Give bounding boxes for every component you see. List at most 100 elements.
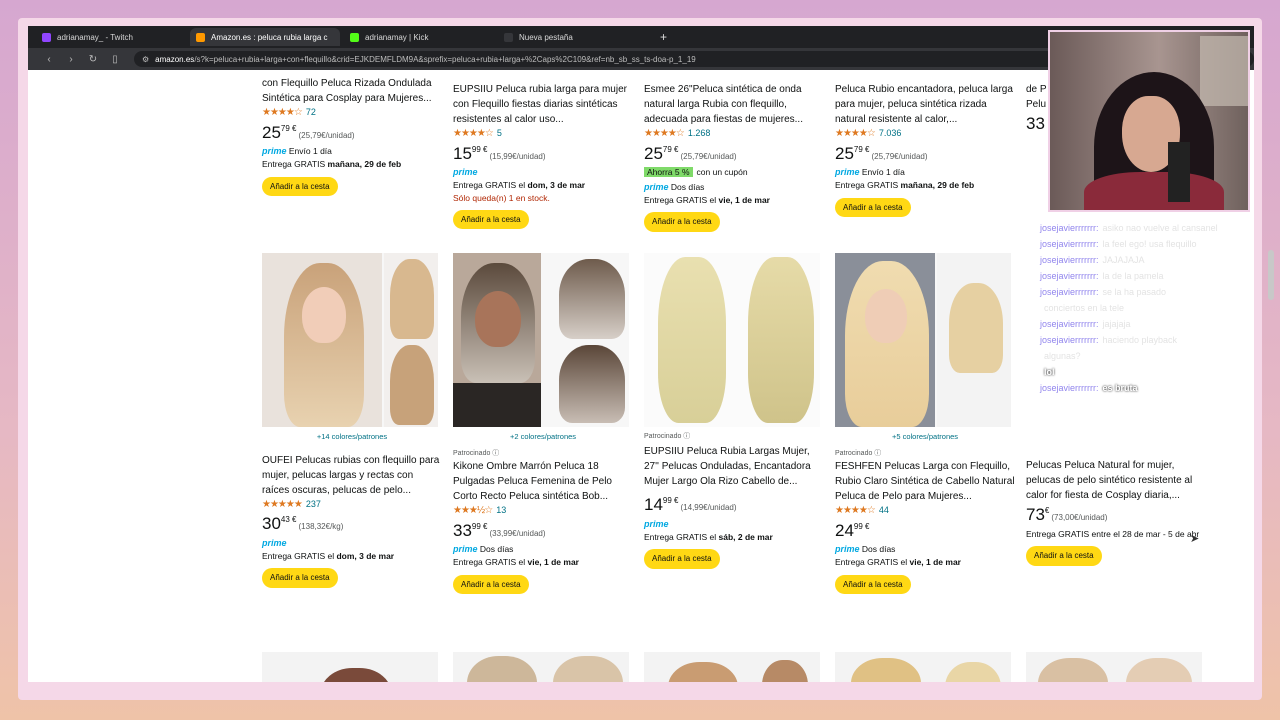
sponsored-label: Patrocinado ⓘ (453, 449, 500, 457)
add-to-cart-button[interactable]: Añadir a la cesta (262, 568, 338, 588)
reload-icon[interactable]: ↻ (82, 54, 104, 65)
product-card[interactable]: Peluca Rubio encantadora, peluca larga p… (835, 82, 1015, 218)
chat-username[interactable]: josejavierrrrrrr: (1040, 335, 1099, 345)
chat-username[interactable]: josejavierrrrrrr: (1040, 319, 1099, 329)
color-options-link[interactable]: +5 colores/patrones (835, 432, 1015, 443)
color-options-link[interactable]: +2 colores/patrones (453, 432, 633, 443)
prime-logo: prime (453, 544, 478, 555)
color-options-link[interactable]: +14 colores/patrones (262, 432, 442, 443)
browser-tab[interactable]: adrianamay | Kick (344, 28, 494, 46)
chat-message: josejavierrrrrrr: JAJAJAJA (1040, 254, 1145, 268)
chat-message: josejavierrrrrrr: jajajaja (1040, 318, 1131, 332)
product-card[interactable]: +14 colores/patrones OUFEI Pelucas rubia… (262, 432, 442, 588)
product-card[interactable]: con Flequillo Peluca Rizada Ondulada Sin… (262, 76, 442, 197)
product-title[interactable]: Esmee 26"Peluca sintética de onda natura… (644, 82, 824, 127)
review-count[interactable]: 13 (496, 505, 506, 515)
browser-tab[interactable]: Amazon.es : peluca rubia larga c (190, 28, 340, 46)
chat-text: haciendo playback (1102, 335, 1178, 345)
rating-stars[interactable]: ★★★★☆ (262, 107, 303, 118)
browser-tab[interactable]: Nueva pestaña (498, 28, 648, 46)
rating-stars[interactable]: ★★★★★ (262, 499, 303, 510)
review-count[interactable]: 44 (879, 505, 889, 515)
forward-icon[interactable]: › (60, 54, 82, 65)
chat-message: josejavierrrrrrr: es bruta (1040, 382, 1138, 396)
chat-text: conciertos en la tele (1044, 303, 1125, 313)
new-tab-button[interactable]: + (660, 30, 667, 44)
url-security-icon: ⚙ (142, 54, 150, 64)
tab-favicon-icon (350, 32, 359, 42)
coupon-text: con un cupón (696, 167, 748, 178)
discount-badge: Ahorra 5 % (644, 167, 693, 178)
add-to-cart-button[interactable]: Añadir a la cesta (644, 549, 720, 569)
add-to-cart-button[interactable]: Añadir a la cesta (835, 574, 911, 595)
url-domain: amazon.es (155, 54, 195, 64)
add-to-cart-button[interactable]: Añadir a la cesta (262, 176, 338, 197)
chat-username[interactable]: josejavierrrrrrr: (1040, 223, 1099, 233)
chat-username[interactable]: josejavierrrrrrr: (1040, 383, 1099, 393)
rating-stars[interactable]: ★★★★☆ (835, 128, 876, 139)
back-icon[interactable]: ‹ (38, 54, 60, 65)
product-card[interactable]: +2 colores/patrones Patrocinado ⓘ Kikone… (453, 432, 633, 595)
product-image[interactable] (262, 253, 438, 427)
rating-stars[interactable]: ★★★★☆ (644, 128, 685, 139)
price: 2579 € (644, 143, 679, 163)
review-count[interactable]: 237 (306, 499, 321, 509)
tab-favicon-icon (196, 32, 205, 42)
product-card[interactable]: EUPSIIU Peluca rubia larga para mujer co… (453, 82, 633, 230)
tab-label: adrianamay | Kick (365, 32, 429, 42)
prime-logo: prime (453, 167, 478, 178)
chat-text: se la ha pasado (1102, 287, 1167, 297)
sponsored-label: Patrocinado ⓘ (644, 433, 691, 440)
unit-price: (138,32€/kg) (298, 522, 344, 532)
browser-tab[interactable]: adrianamay_ - Twitch (36, 28, 186, 46)
product-title[interactable]: EUPSIIU Peluca rubia larga para mujer co… (453, 82, 633, 127)
review-count[interactable]: 1.268 (688, 128, 711, 138)
delivery-speed: Envío 1 día (861, 167, 905, 178)
chat-message: lol (1040, 366, 1055, 380)
chat-username[interactable]: josejavierrrrrrr: (1040, 271, 1099, 281)
product-image[interactable] (644, 253, 820, 427)
stock-warning: Sólo queda(n) 1 en stock. (453, 192, 550, 203)
product-title[interactable]: Peluca Rubio encantadora, peluca larga p… (835, 82, 1015, 127)
product-image[interactable] (644, 652, 820, 682)
product-image[interactable] (835, 652, 1011, 682)
add-to-cart-button[interactable]: Añadir a la cesta (453, 209, 529, 230)
product-title[interactable]: FESHFEN Pelucas Larga con Flequillo, Rub… (835, 459, 1015, 504)
review-count[interactable]: 5 (497, 128, 502, 138)
chat-message: josejavierrrrrrr: haciendo playback (1040, 334, 1177, 348)
product-image[interactable] (1026, 652, 1202, 682)
page-scrollbar[interactable] (1268, 250, 1274, 300)
rating-stars[interactable]: ★★★★☆ (453, 128, 494, 139)
review-count[interactable]: 7.036 (879, 128, 902, 138)
rating-stars[interactable]: ★★★½☆ (453, 505, 493, 516)
chat-text: JAJAJAJA (1102, 255, 1145, 265)
product-image[interactable] (262, 652, 438, 682)
bookmark-icon[interactable]: ▯ (104, 54, 126, 65)
chat-username[interactable]: josejavierrrrrrr: (1040, 287, 1099, 297)
delivery-info: Entrega GRATIS el vie, 1 de mar (835, 557, 961, 568)
add-to-cart-button[interactable]: Añadir a la cesta (644, 212, 720, 232)
price: 1599 € (453, 143, 488, 163)
price: 3043 € (262, 514, 297, 534)
chat-username[interactable]: josejavierrrrrrr: (1040, 239, 1099, 249)
chat-text: algunas? (1044, 351, 1081, 361)
product-title[interactable]: con Flequillo Peluca Rizada Ondulada Sin… (262, 76, 442, 106)
product-card[interactable]: Patrocinado ⓘ EUPSIIU Peluca Rubia Larga… (644, 432, 824, 569)
rating-stars[interactable]: ★★★★☆ (835, 505, 876, 516)
product-title[interactable]: OUFEI Pelucas rubias con flequillo para … (262, 453, 442, 498)
chat-username[interactable]: josejavierrrrrrr: (1040, 255, 1099, 265)
product-card[interactable]: Esmee 26"Peluca sintética de onda natura… (644, 82, 824, 232)
product-image[interactable] (453, 253, 629, 427)
product-card[interactable]: +5 colores/patrones Patrocinado ⓘ FESHFE… (835, 432, 1015, 595)
review-count[interactable]: 72 (306, 107, 316, 117)
chat-message: conciertos en la tele (1040, 302, 1124, 316)
add-to-cart-button[interactable]: Añadir a la cesta (453, 574, 529, 595)
prime-logo: prime (644, 518, 669, 529)
product-title[interactable]: Kikone Ombre Marrón Peluca 18 Pulgadas P… (453, 459, 633, 504)
chat-message: josejavierrrrrrr: la de la pamela (1040, 270, 1164, 284)
add-to-cart-button[interactable]: Añadir a la cesta (835, 197, 911, 218)
product-image[interactable] (453, 652, 629, 682)
product-title[interactable]: EUPSIIU Peluca Rubia Largas Mujer, 27'' … (644, 444, 824, 489)
delivery-info: Entrega GRATIS mañana, 29 de feb (262, 159, 402, 170)
product-image[interactable] (835, 253, 1011, 427)
